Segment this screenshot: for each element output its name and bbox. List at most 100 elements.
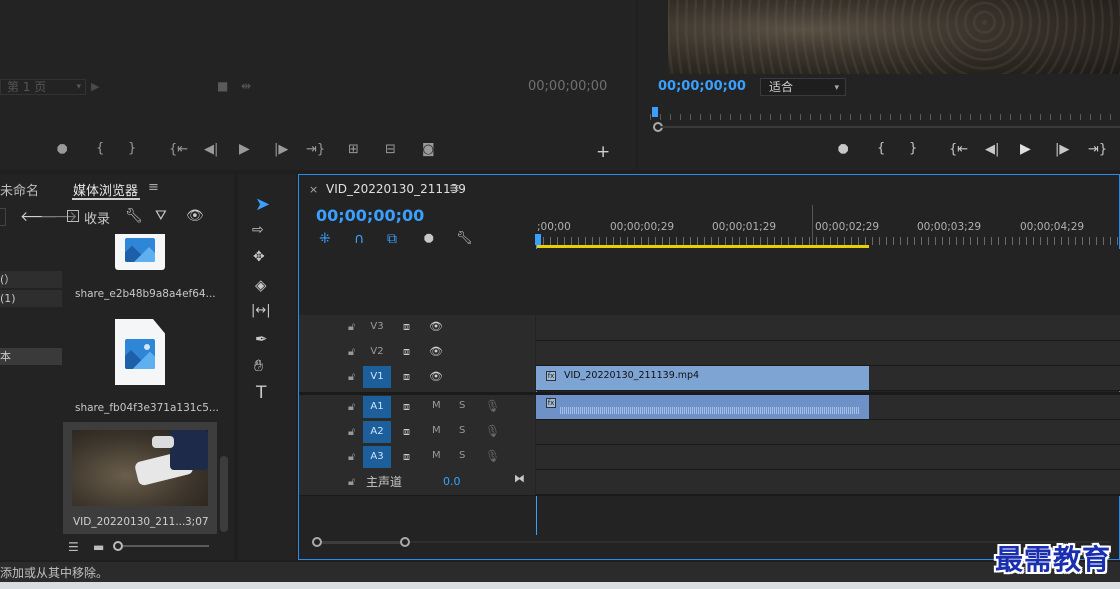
mute-button[interactable]: M: [432, 425, 441, 436]
tree-item[interactable]: 本: [0, 348, 62, 365]
track-target-a1[interactable]: A1: [363, 396, 391, 418]
track-row-a3[interactable]: [536, 445, 1120, 470]
add-button-icon[interactable]: +: [596, 142, 610, 162]
wrench-icon[interactable]: 🔧︎: [456, 231, 473, 246]
zoom-in-handle[interactable]: [312, 537, 322, 547]
program-timecode[interactable]: 00;00;00;00: [658, 79, 746, 94]
microphone-icon[interactable]: 🎙︎: [485, 449, 500, 463]
wrench-icon[interactable]: 🔧︎: [125, 208, 143, 224]
fit-select[interactable]: 适合 ▾: [760, 78, 846, 96]
playhead-handle[interactable]: [535, 234, 541, 245]
eye-icon[interactable]: 👁︎: [429, 345, 443, 358]
mute-button[interactable]: M: [432, 450, 441, 461]
mark-out-icon[interactable]: }: [128, 141, 136, 156]
lock-icon[interactable]: 🔓︎: [348, 450, 355, 464]
work-area-bar[interactable]: [536, 245, 869, 248]
mark-in-icon[interactable]: {: [96, 141, 104, 156]
overwrite-icon[interactable]: ⊟: [385, 142, 396, 157]
tree-item[interactable]: (）: [0, 271, 62, 288]
sequence-tab[interactable]: VID_20220130_211139: [326, 182, 466, 196]
sync-lock-icon[interactable]: ⧈: [403, 400, 410, 414]
insert-icon[interactable]: ⇹: [241, 79, 251, 93]
lock-icon[interactable]: 🔓︎: [348, 475, 355, 489]
list-view-icon[interactable]: ☰: [68, 540, 79, 554]
sync-lock-icon[interactable]: ⧈: [403, 425, 410, 439]
type-tool-icon[interactable]: T: [256, 383, 266, 403]
timeline-ruler[interactable]: [536, 237, 1120, 245]
step-forward-icon[interactable]: |▶: [1055, 142, 1069, 157]
file-tile[interactable]: share_fb04f3e371a131c5...: [64, 314, 219, 420]
panel-menu-icon[interactable]: ≡: [449, 181, 460, 196]
tab-media-browser[interactable]: 媒体浏览器: [73, 180, 138, 199]
mark-in-icon[interactable]: {: [877, 141, 885, 156]
track-row-v2[interactable]: [536, 341, 1120, 366]
pen-tool-icon[interactable]: ✒: [255, 330, 268, 348]
file-tile-selected[interactable]: VID_20220130_211... 3;07: [63, 422, 217, 534]
track-select-icon[interactable]: ⇨: [252, 222, 264, 238]
program-ruler[interactable]: [650, 106, 1120, 120]
lock-icon[interactable]: 🔓︎: [348, 320, 355, 334]
zoom-scrollbar[interactable]: [322, 541, 400, 544]
lock-icon[interactable]: 🔓︎: [348, 370, 355, 384]
sync-lock-icon[interactable]: ⧈: [403, 320, 410, 334]
track-row-a2[interactable]: [536, 420, 1120, 445]
export-frame-icon[interactable]: ■: [217, 79, 228, 93]
go-to-in-icon[interactable]: {⇤: [949, 142, 968, 157]
zoom-bar[interactable]: [660, 126, 1120, 128]
step-back-icon[interactable]: ◀|: [985, 142, 999, 157]
add-marker-icon[interactable]: ⯃: [424, 232, 434, 247]
mark-out-icon[interactable]: }: [909, 141, 917, 156]
favorites-checkbox[interactable]: [67, 210, 79, 222]
marker-icon[interactable]: ⯃: [838, 143, 848, 158]
microphone-icon[interactable]: 🎙︎: [485, 399, 500, 413]
master-volume-value[interactable]: 0.0: [443, 475, 461, 488]
lock-icon[interactable]: 🔓︎: [348, 400, 355, 414]
go-to-out-icon[interactable]: ⇥}: [306, 142, 325, 157]
nest-icon[interactable]: ⁜: [319, 231, 331, 247]
marker-icon[interactable]: ⯃: [57, 143, 67, 158]
linked-selection-icon[interactable]: ⧉: [387, 231, 397, 247]
ripple-edit-icon[interactable]: ✥: [253, 249, 265, 265]
step-forward-icon[interactable]: |▶: [274, 142, 288, 157]
hand-tool-icon[interactable]: ✋︎: [254, 356, 263, 376]
razor-icon[interactable]: ◈: [255, 276, 267, 294]
page-select[interactable]: 第 1 页 ▾: [0, 79, 86, 95]
sync-lock-icon[interactable]: ⧈: [403, 370, 410, 384]
sync-lock-icon[interactable]: ⧈: [403, 345, 410, 359]
camera-icon[interactable]: ◙: [422, 142, 435, 157]
thumb-size-slider[interactable]: [123, 545, 209, 547]
go-to-in-icon[interactable]: {⇤: [169, 142, 188, 157]
zoom-out-handle[interactable]: [400, 537, 410, 547]
panel-menu-icon[interactable]: ≡: [148, 180, 159, 195]
snap-magnet-icon[interactable]: ∩: [354, 231, 364, 247]
track-target-a2[interactable]: A2: [363, 421, 391, 443]
file-tile[interactable]: share_e2b48b9a8a4ef64...: [64, 234, 216, 312]
track-target-v2[interactable]: V2: [363, 341, 391, 363]
play-icon[interactable]: ▶: [1020, 141, 1031, 157]
slip-tool-icon[interactable]: |↔|: [251, 303, 271, 318]
tree-item[interactable]: (1): [0, 290, 62, 307]
step-back-icon[interactable]: ◀|: [204, 142, 218, 157]
track-row-v3[interactable]: [536, 315, 1120, 341]
track-row-master[interactable]: [536, 470, 1120, 495]
audio-clip[interactable]: fx: [536, 395, 869, 419]
eye-icon[interactable]: 👁︎: [429, 370, 443, 383]
thumb-size-handle[interactable]: [113, 541, 123, 551]
program-playhead[interactable]: [652, 107, 658, 117]
lock-icon[interactable]: 🔓︎: [348, 345, 355, 359]
lock-icon[interactable]: 🔓︎: [348, 425, 355, 439]
play-next-icon[interactable]: ▶: [91, 80, 99, 93]
filter-icon[interactable]: ⛛: [155, 208, 167, 224]
close-icon[interactable]: ×: [309, 183, 318, 196]
sync-lock-icon[interactable]: ⧈: [403, 450, 410, 464]
solo-button[interactable]: S: [459, 400, 465, 411]
insert-clip-icon[interactable]: ⊞: [348, 142, 359, 157]
play-icon[interactable]: ▶: [239, 141, 250, 157]
timeline-timecode[interactable]: 00;00;00;00: [316, 206, 424, 225]
track-target-v3[interactable]: V3: [363, 316, 391, 338]
go-to-end-icon[interactable]: ⧓: [514, 472, 525, 485]
scrollbar-thumb[interactable]: [220, 456, 228, 532]
eye-icon[interactable]: 👁︎: [429, 320, 443, 333]
microphone-icon[interactable]: 🎙︎: [485, 424, 500, 438]
solo-button[interactable]: S: [459, 450, 465, 461]
